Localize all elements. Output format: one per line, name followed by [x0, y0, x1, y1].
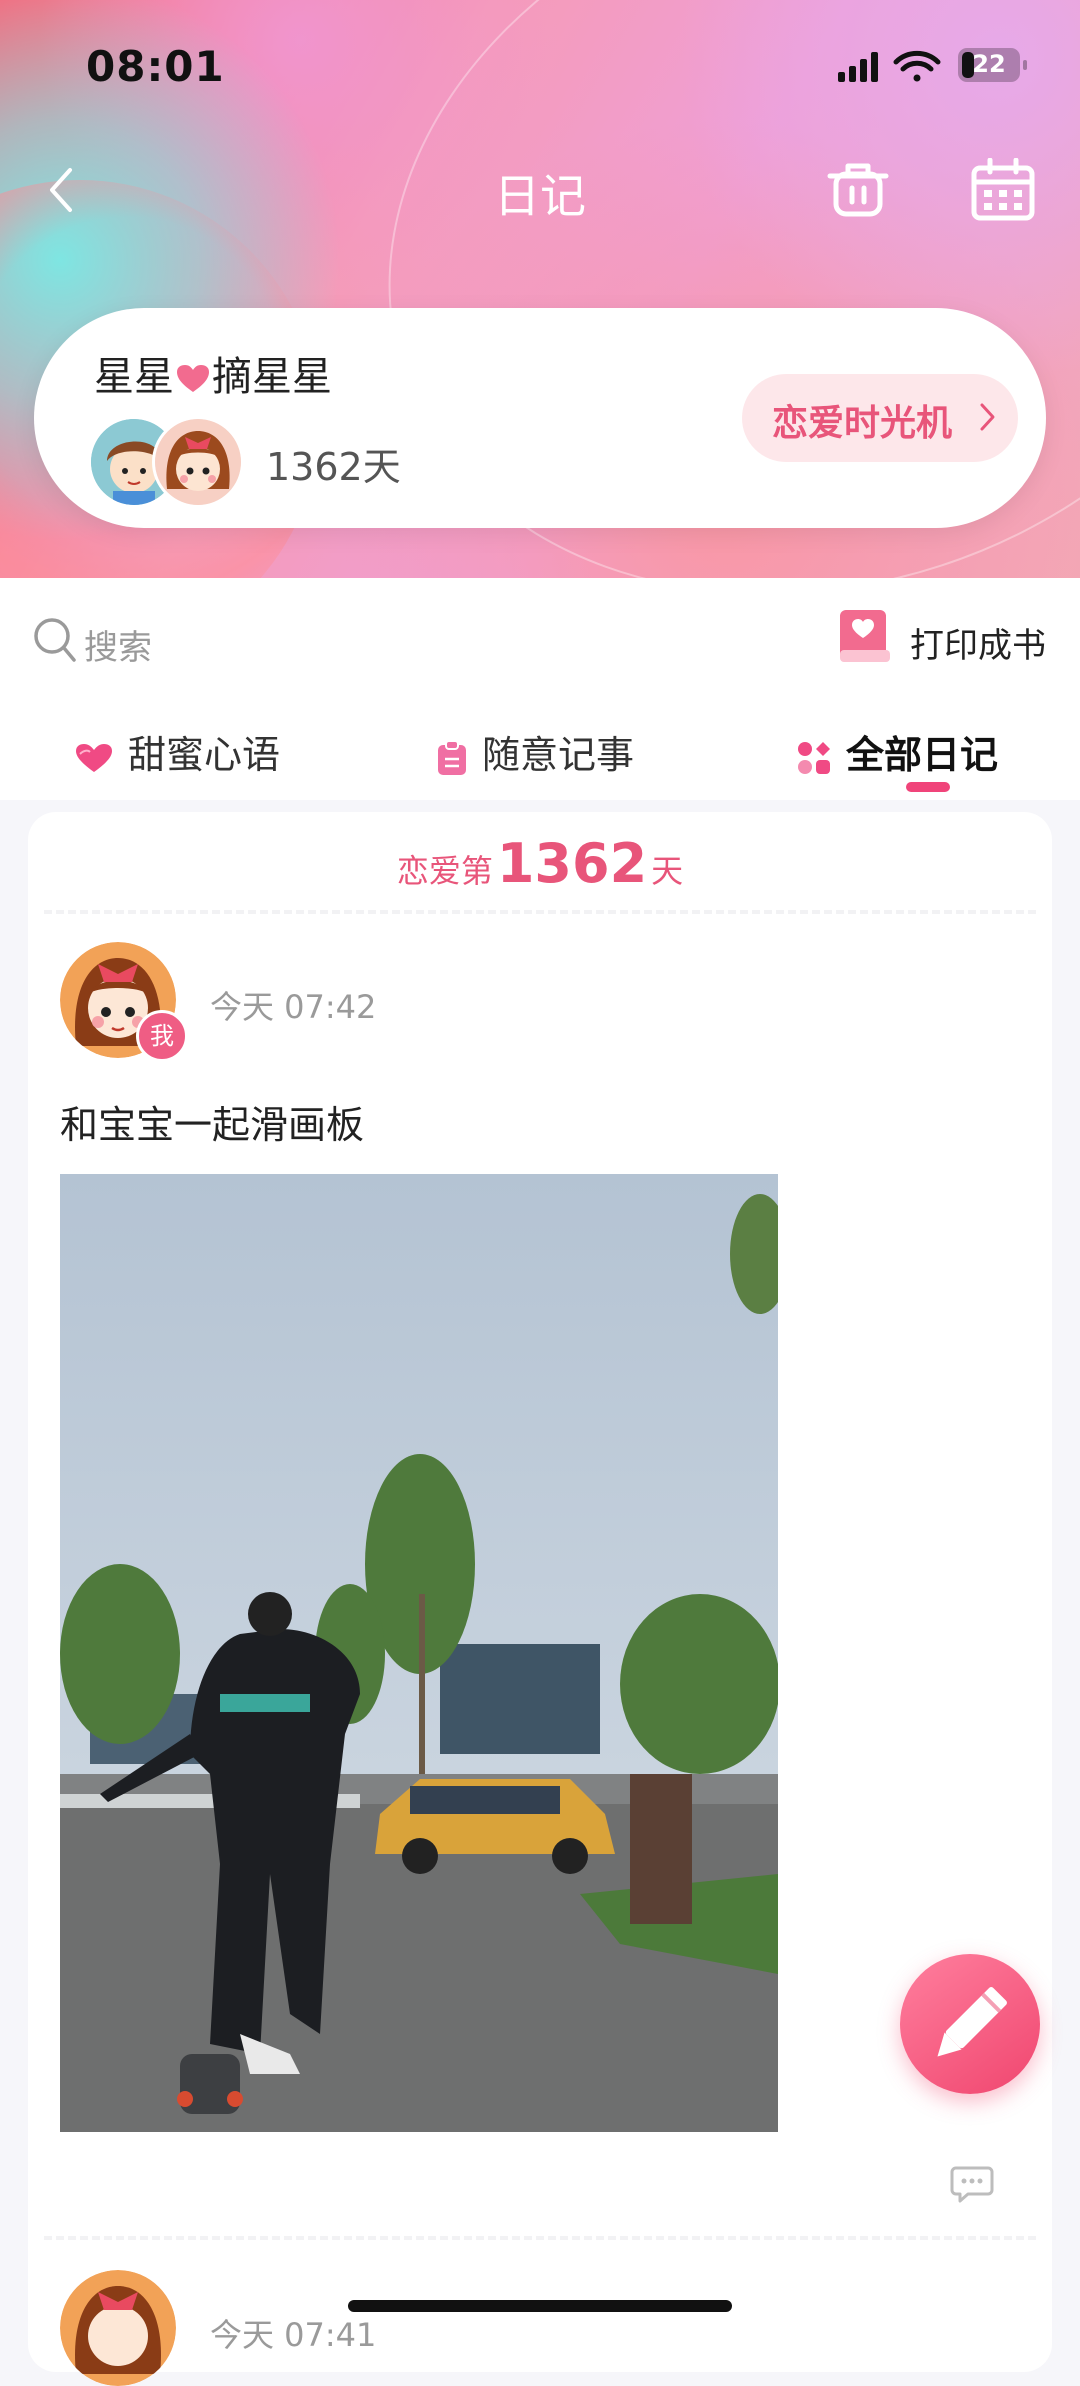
home-indicator: [348, 2300, 732, 2312]
tab-label: 甜蜜心语: [128, 733, 281, 777]
love-day-count: 1362: [496, 832, 648, 895]
print-book-label: 打印成书: [910, 626, 1046, 666]
pencil-icon: [937, 1987, 1007, 2057]
couple-avatars: [88, 416, 248, 508]
tab-all-diaries[interactable]: 全部日记: [796, 724, 998, 779]
grid-icon: [798, 741, 830, 774]
me-badge: 我: [136, 1010, 188, 1062]
heart-icon: [177, 365, 209, 392]
together-days: 1362天: [266, 445, 401, 489]
toolbar-section: 搜索 打印成书 甜蜜心语 随意记事 全部日记: [0, 578, 1080, 800]
entry-time: 今天 07:41: [210, 2316, 377, 2354]
entry-text: 和宝宝一起滑画板: [60, 1103, 365, 1147]
couple-card: 星星 摘星星 1362天 恋爱时光机: [34, 308, 1046, 528]
love-day-prefix: 恋爱第: [396, 852, 493, 890]
tab-label: 随意记事: [482, 733, 635, 777]
active-tab-indicator: [906, 782, 950, 792]
entry-time: 今天 07:42: [210, 988, 377, 1026]
tab-sweet-words[interactable]: 甜蜜心语: [74, 724, 280, 779]
write-diary-button[interactable]: [900, 1954, 1040, 2094]
avatar-girl: [152, 416, 244, 508]
time-machine-label: 恋爱时光机: [772, 403, 953, 444]
tab-casual-notes[interactable]: 随意记事: [436, 724, 634, 779]
status-bar: 08:01 22: [0, 0, 1080, 130]
navigation-bar: 日记: [0, 140, 1080, 240]
print-book-button[interactable]: 打印成书: [836, 606, 1056, 670]
wifi-icon: [893, 50, 941, 82]
partner-name-left: 星星: [94, 354, 174, 400]
love-day-banner: 恋爱第1362 天: [28, 832, 1052, 895]
chevron-right-icon: [980, 403, 995, 431]
diary-feed: 恋爱第1362 天 我 今天 07:42 和宝宝一起滑画板 今天 07:41: [28, 812, 1052, 2386]
book-icon: [840, 610, 890, 662]
cellular-signal-icon: [838, 52, 878, 82]
search-placeholder: 搜索: [84, 628, 152, 668]
partner-name-right: 摘星星: [212, 354, 332, 400]
comment-button[interactable]: [950, 2164, 994, 2204]
status-time: 08:01: [86, 42, 225, 91]
entry-photo[interactable]: [60, 1174, 778, 2132]
trash-button[interactable]: [826, 158, 890, 222]
search-icon: [34, 618, 76, 662]
calendar-icon: [971, 157, 1035, 221]
search-field[interactable]: 搜索: [32, 616, 152, 676]
love-day-suffix: 天: [651, 852, 684, 890]
time-machine-button[interactable]: 恋爱时光机: [742, 374, 1018, 462]
couple-names: 星星 摘星星: [94, 344, 332, 402]
divider: [44, 910, 1036, 914]
battery-level: 22: [972, 50, 1006, 78]
tab-bar: 甜蜜心语 随意记事 全部日记: [0, 718, 1080, 800]
page-title: 日记: [494, 169, 586, 223]
trash-icon: [827, 163, 889, 217]
note-icon: [438, 739, 466, 775]
comment-icon: [950, 2166, 994, 2203]
divider: [44, 2236, 1036, 2240]
tab-label: 全部日记: [846, 733, 999, 777]
calendar-button[interactable]: [970, 157, 1036, 222]
battery-icon: 22: [958, 48, 1027, 82]
entry-author-avatar[interactable]: [60, 2270, 176, 2386]
skateboard-photo: [60, 1174, 778, 2132]
heart-icon: [76, 743, 112, 772]
status-icons: [838, 50, 948, 88]
